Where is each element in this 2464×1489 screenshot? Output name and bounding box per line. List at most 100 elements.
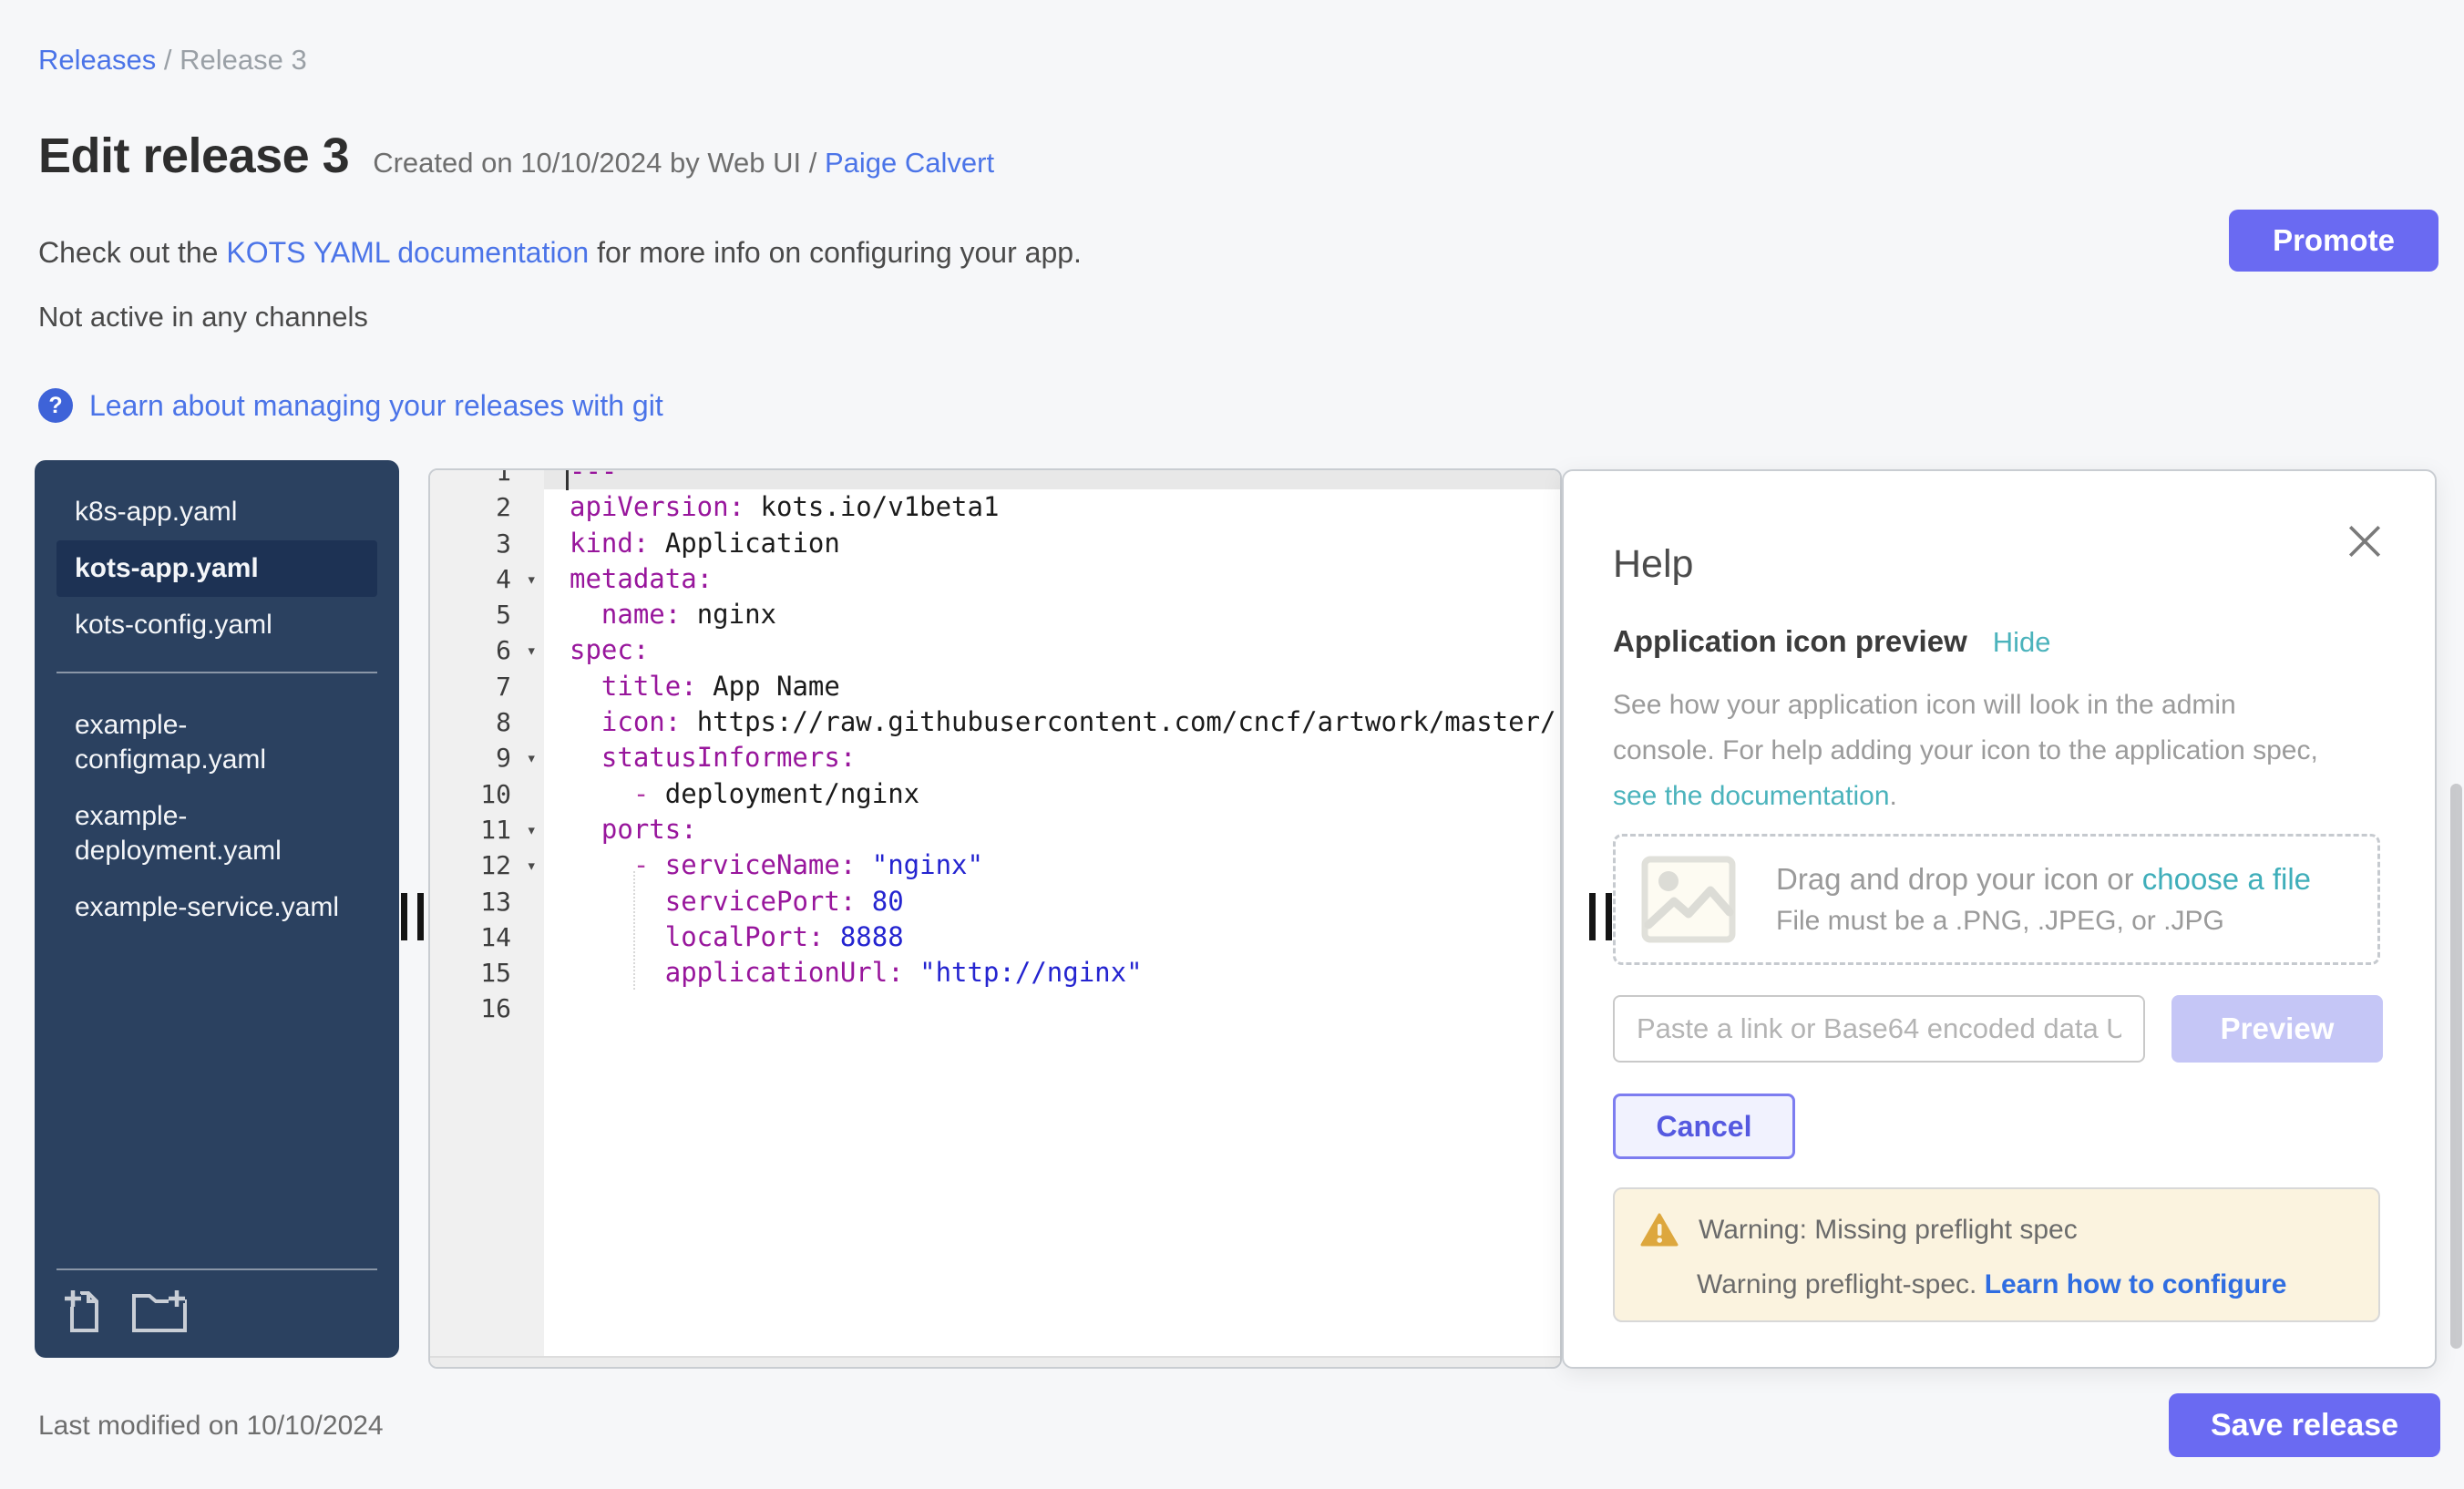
code-line-12: - serviceName: "nginx" (544, 847, 1560, 883)
code-line-2: apiVersion: kots.io/v1beta1 (544, 489, 1560, 525)
breadcrumb-separator: / (156, 44, 180, 76)
fold-arrow-icon[interactable]: ▾ (527, 741, 537, 776)
cancel-button[interactable]: Cancel (1613, 1094, 1795, 1159)
code-line-5: name: nginx (544, 597, 1560, 632)
see-documentation-link[interactable]: see the documentation (1613, 781, 1890, 811)
code-rows: ---apiVersion: kots.io/v1beta1kind: Appl… (544, 470, 1560, 1027)
warning-configure-link[interactable]: Learn how to configure (1985, 1269, 2287, 1299)
dropzone-label: Drag and drop your icon or (1776, 862, 2142, 896)
gutter-line-16: 16 (430, 991, 544, 1026)
editor-gutter: 1234▾56▾789▾1011▾12▾13141516 (430, 470, 544, 1367)
code-line-10: - deployment/nginx (544, 776, 1560, 812)
edit-release-page: Releases / Release 3 Edit release 3 Crea… (0, 0, 2464, 1489)
gutter-rows: 1234▾56▾789▾1011▾12▾13141516 (430, 470, 544, 1027)
help-title: Help (1613, 542, 1693, 587)
desc-period: . (1890, 781, 1897, 811)
file-item-kots-app.yaml[interactable]: kots-app.yaml (56, 540, 377, 597)
gutter-line-11: 11▾ (430, 812, 544, 847)
code-line-16 (544, 991, 1560, 1026)
fold-arrow-icon[interactable]: ▾ (527, 813, 537, 848)
warning-text: Warning preflight-spec. (1697, 1269, 1985, 1299)
gutter-line-5: 5 (430, 597, 544, 632)
gutter-line-7: 7 (430, 669, 544, 704)
sidebar-resize-handle[interactable] (401, 893, 424, 940)
code-line-14: localPort: 8888 (544, 919, 1560, 955)
add-folder-icon[interactable] (131, 1289, 188, 1334)
file-item-kots-config.yaml[interactable]: kots-config.yaml (56, 597, 377, 653)
file-item-example-configmap.yaml[interactable]: example-configmap.yaml (56, 697, 377, 788)
gutter-line-9: 9▾ (430, 740, 544, 775)
code-line-1: --- (544, 470, 1560, 489)
created-meta: Created on 10/10/2024 by Web UI / Paige … (373, 147, 994, 180)
last-modified-text: Last modified on 10/10/2024 (38, 1411, 384, 1442)
warning-title: Warning: Missing preflight spec (1699, 1215, 2078, 1246)
fold-arrow-icon[interactable]: ▾ (527, 633, 537, 669)
breadcrumb-current: Release 3 (180, 44, 307, 76)
choose-file-link[interactable]: choose a file (2142, 862, 2311, 896)
code-line-9: statusInformers: (544, 740, 1560, 775)
gutter-line-2: 2 (430, 489, 544, 525)
created-text: Created on 10/10/2024 by Web UI / (373, 147, 825, 179)
file-item-example-deployment.yaml[interactable]: example-deployment.yaml (56, 788, 377, 879)
code-line-6: spec: (544, 632, 1560, 668)
page-title: Edit release 3 (38, 128, 349, 184)
icon-dropzone[interactable]: Drag and drop your icon or choose a file… (1613, 834, 2380, 965)
desc-line-1: See how your application icon will look … (1613, 690, 2236, 720)
preview-button[interactable]: Preview (2171, 995, 2383, 1063)
icon-preview-heading-row: Application icon preview Hide (1613, 624, 2051, 659)
indent-guide (633, 871, 635, 990)
kots-yaml-doc-link[interactable]: KOTS YAML documentation (226, 236, 589, 269)
code-line-7: title: App Name (544, 669, 1560, 704)
help-panel-resize-handle[interactable] (1589, 893, 1612, 940)
file-item-k8s-app.yaml[interactable]: k8s-app.yaml (56, 484, 377, 540)
doc-suffix: for more info on configuring your app. (589, 236, 1082, 269)
fold-arrow-icon[interactable]: ▾ (527, 562, 537, 598)
code-line-3: kind: Application (544, 526, 1560, 561)
image-placeholder-icon (1641, 856, 1736, 943)
editor-horizontal-scrollbar[interactable] (430, 1356, 1560, 1367)
git-releases-link[interactable]: Learn about managing your releases with … (89, 389, 663, 423)
code-line-11: ports: (544, 812, 1560, 847)
code-line-15: applicationUrl: "http://nginx" (544, 955, 1560, 991)
warning-icon (1640, 1213, 1679, 1248)
icon-url-input[interactable] (1613, 995, 2145, 1063)
fold-arrow-icon[interactable]: ▾ (527, 848, 537, 884)
editor-code-area[interactable]: ---apiVersion: kots.io/v1beta1kind: Appl… (544, 470, 1560, 1367)
save-release-button[interactable]: Save release (2169, 1393, 2440, 1457)
icon-preview-description: See how your application icon will look … (1613, 683, 2318, 819)
gutter-line-1: 1 (430, 470, 544, 489)
doc-prefix: Check out the (38, 236, 226, 269)
gutter-line-10: 10 (430, 776, 544, 812)
git-help-line: ? Learn about managing your releases wit… (38, 388, 663, 423)
file-list-primary: k8s-app.yamlkots-app.yamlkots-config.yam… (35, 460, 399, 653)
sidebar-bottom-toolbar (56, 1268, 377, 1343)
doc-line: Check out the KOTS YAML documentation fo… (38, 236, 1082, 270)
hide-link[interactable]: Hide (1993, 626, 2051, 659)
gutter-line-6: 6▾ (430, 632, 544, 668)
code-line-8: icon: https://raw.githubusercontent.com/… (544, 704, 1560, 740)
preflight-warning-box: Warning: Missing preflight spec Warning … (1613, 1187, 2380, 1322)
close-icon[interactable] (2346, 522, 2384, 560)
breadcrumb-releases-link[interactable]: Releases (38, 44, 156, 76)
help-panel: Help Application icon preview Hide See h… (1562, 469, 2437, 1369)
page-scrollbar-thumb[interactable] (2450, 784, 2462, 1349)
gutter-line-14: 14 (430, 919, 544, 955)
gutter-line-13: 13 (430, 884, 544, 919)
gutter-line-4: 4▾ (430, 561, 544, 597)
breadcrumb: Releases / Release 3 (38, 44, 307, 77)
file-item-example-service.yaml[interactable]: example-service.yaml (56, 879, 377, 936)
desc-line-2: console. For help adding your icon to th… (1613, 735, 2318, 765)
code-line-13: servicePort: 80 (544, 884, 1560, 919)
author-link[interactable]: Paige Calvert (825, 147, 994, 179)
warning-detail: Warning preflight-spec. Learn how to con… (1697, 1269, 2353, 1300)
sidebar-divider (56, 672, 377, 673)
title-row: Edit release 3 Created on 10/10/2024 by … (38, 128, 994, 184)
promote-button[interactable]: Promote (2229, 210, 2438, 272)
gutter-line-3: 3 (430, 526, 544, 561)
dropzone-text: Drag and drop your icon or choose a file… (1776, 862, 2311, 937)
add-file-icon[interactable] (64, 1289, 104, 1334)
file-list-secondary: example-configmap.yamlexample-deployment… (35, 692, 399, 936)
gutter-line-12: 12▾ (430, 847, 544, 883)
yaml-editor[interactable]: 1234▾56▾789▾1011▾12▾13141516 ---apiVersi… (428, 468, 1562, 1369)
help-circle-icon: ? (38, 388, 73, 423)
